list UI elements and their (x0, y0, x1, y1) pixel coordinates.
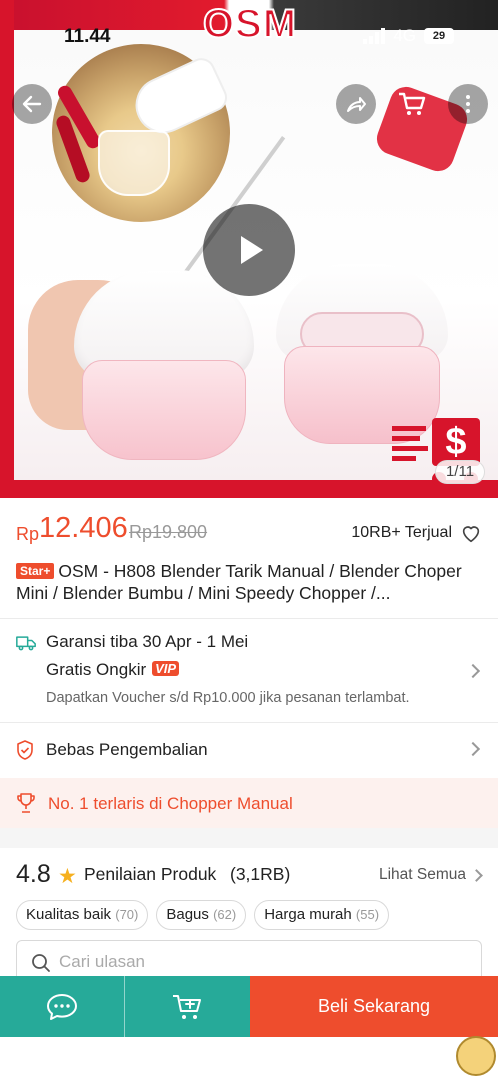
truck-icon (16, 636, 36, 651)
price-original: Rp19.800 (129, 522, 208, 542)
review-chip[interactable]: Kualitas baik (70) (16, 900, 149, 930)
share-button[interactable] (336, 84, 376, 124)
heart-icon[interactable] (460, 522, 482, 544)
trophy-icon (17, 793, 35, 813)
free-return-label: Bebas Pengembalian (46, 740, 208, 759)
signal-icon (363, 28, 386, 44)
garlic-glass-illustration (98, 130, 170, 196)
chopper-front-illustration (74, 270, 254, 460)
review-chip[interactable]: Harga murah (55) (254, 900, 390, 930)
star-icon: ★ (58, 865, 77, 888)
rating-header: 4.8 ★ Penilaian Produk (3,1RB) Lihat Sem… (16, 858, 486, 892)
battery-icon: 29 (424, 28, 454, 44)
play-icon (241, 236, 263, 264)
bottom-action-bar: Beli Sekarang (0, 976, 498, 1037)
chip-count: (62) (213, 907, 237, 922)
best-seller-label: No. 1 terlaris di Chopper Manual (48, 794, 293, 813)
rating-score: 4.8 (16, 860, 51, 888)
shield-icon (17, 740, 33, 760)
section-gap (0, 828, 498, 848)
rating-count: (3,1RB) (230, 864, 291, 884)
chevron-right-icon (465, 741, 481, 757)
best-seller-row[interactable]: No. 1 terlaris di Chopper Manual (0, 778, 498, 828)
back-arrow-icon (22, 95, 42, 113)
add-to-cart-icon (172, 994, 201, 1019)
see-all-link[interactable]: Lihat Semua (379, 866, 466, 884)
status-time: 11.44 (64, 26, 111, 47)
play-video-button[interactable] (203, 204, 295, 296)
network-type: 4G (393, 26, 416, 45)
add-to-cart-button[interactable] (124, 976, 250, 1037)
image-side-frame (0, 0, 14, 498)
chip-label: Kualitas baik (26, 906, 112, 923)
cart-icon (399, 92, 426, 115)
share-icon (347, 97, 366, 112)
chevron-right-icon (470, 869, 483, 882)
price-currency: Rp (16, 524, 40, 544)
vip-badge: VIP (152, 661, 180, 676)
review-chip[interactable]: Bagus (62) (156, 900, 247, 930)
chat-icon (47, 993, 77, 1020)
review-filter-chips: Kualitas baik (70) Bagus (62) Harga mura… (16, 900, 390, 930)
buy-now-button[interactable]: Beli Sekarang (250, 976, 498, 1037)
chip-count: (55) (355, 907, 380, 922)
free-shipping-label: Gratis Ongkir (46, 660, 147, 679)
shipping-info-row[interactable]: Garansi tiba 30 Apr - 1 Mei Gratis Ongki… (0, 620, 498, 720)
chopper-side-illustration (276, 264, 448, 444)
search-icon (32, 954, 50, 972)
voucher-note: Dapatkan Voucher s/d Rp10.000 jika pesan… (46, 690, 410, 706)
free-return-row[interactable]: Bebas Pengembalian (0, 724, 498, 774)
review-search-input[interactable] (59, 949, 459, 975)
dollar-icon: $ (432, 418, 480, 466)
brand-logo: OSM (202, 1, 298, 47)
more-options-button[interactable] (448, 84, 488, 124)
sold-count: 10RB+ Terjual (351, 524, 452, 541)
price-current: 12.406 (39, 512, 128, 544)
divider (0, 722, 498, 723)
star-plus-badge: Star+ (16, 563, 55, 579)
divider (0, 618, 498, 619)
cart-button[interactable] (392, 84, 432, 124)
free-shipping-line: Gratis Ongkir VIP (46, 660, 180, 680)
product-title-block: Star+ OSM - H808 Blender Tarik Manual / B… (16, 560, 486, 604)
price-row: Rp 12.406 Rp19.800 10RB+ Terjual (16, 512, 486, 550)
chat-button[interactable] (0, 976, 124, 1037)
watermark-seal (456, 1036, 496, 1076)
product-title: OSM - H808 Blender Tarik Manual / Blende… (16, 561, 462, 603)
chip-label: Bagus (166, 906, 209, 923)
image-page-counter: 1/11 (435, 460, 485, 484)
rating-label: Penilaian Produk (84, 864, 217, 884)
chip-count: (70) (115, 907, 139, 922)
chip-label: Harga murah (264, 906, 352, 923)
more-vertical-icon (466, 95, 470, 113)
status-indicators: 4G 29 (363, 26, 454, 46)
back-button[interactable] (12, 84, 52, 124)
delivery-guarantee: Garansi tiba 30 Apr - 1 Mei (46, 632, 249, 651)
chevron-right-icon (465, 663, 481, 679)
product-image-carousel[interactable]: OSM 11.44 4G 29 $ 1/11 (0, 0, 498, 498)
